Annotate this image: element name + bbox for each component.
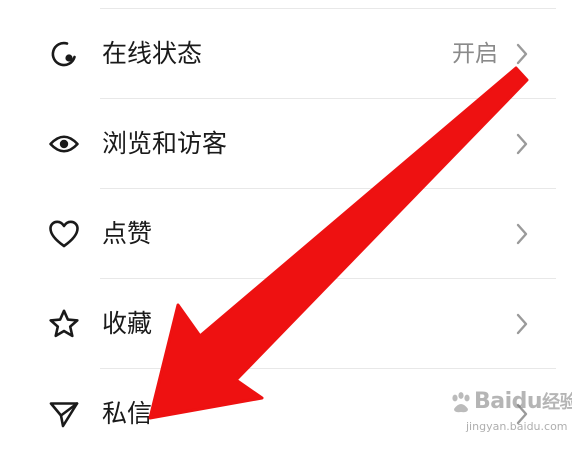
settings-item-views-visitors[interactable]: 浏览和访客 xyxy=(0,99,572,189)
settings-item-likes[interactable]: 点赞 xyxy=(0,189,572,279)
chevron-right-icon xyxy=(514,311,530,337)
settings-item-favorites[interactable]: 收藏 xyxy=(0,279,572,369)
settings-item-label: 点赞 xyxy=(102,219,153,248)
settings-item-label: 私信 xyxy=(102,399,153,428)
online-status-icon xyxy=(48,38,80,70)
star-icon xyxy=(48,308,80,340)
chevron-right-icon xyxy=(514,401,530,427)
paper-plane-icon xyxy=(48,398,80,430)
settings-item-label: 浏览和访客 xyxy=(102,129,228,158)
settings-item-online-status[interactable]: 在线状态 开启 xyxy=(0,9,572,99)
heart-icon xyxy=(48,218,80,250)
chevron-right-icon xyxy=(514,221,530,247)
settings-item-label: 在线状态 xyxy=(102,39,203,68)
settings-item-value: 开启 xyxy=(452,41,498,67)
eye-icon xyxy=(48,128,80,160)
settings-item-label: 收藏 xyxy=(102,309,153,338)
settings-list: 在线状态 开启 浏览和访客 点赞 收藏 私信 xyxy=(0,0,572,448)
chevron-right-icon xyxy=(514,41,530,67)
settings-item-direct-messages[interactable]: 私信 xyxy=(0,369,572,459)
chevron-right-icon xyxy=(514,131,530,157)
